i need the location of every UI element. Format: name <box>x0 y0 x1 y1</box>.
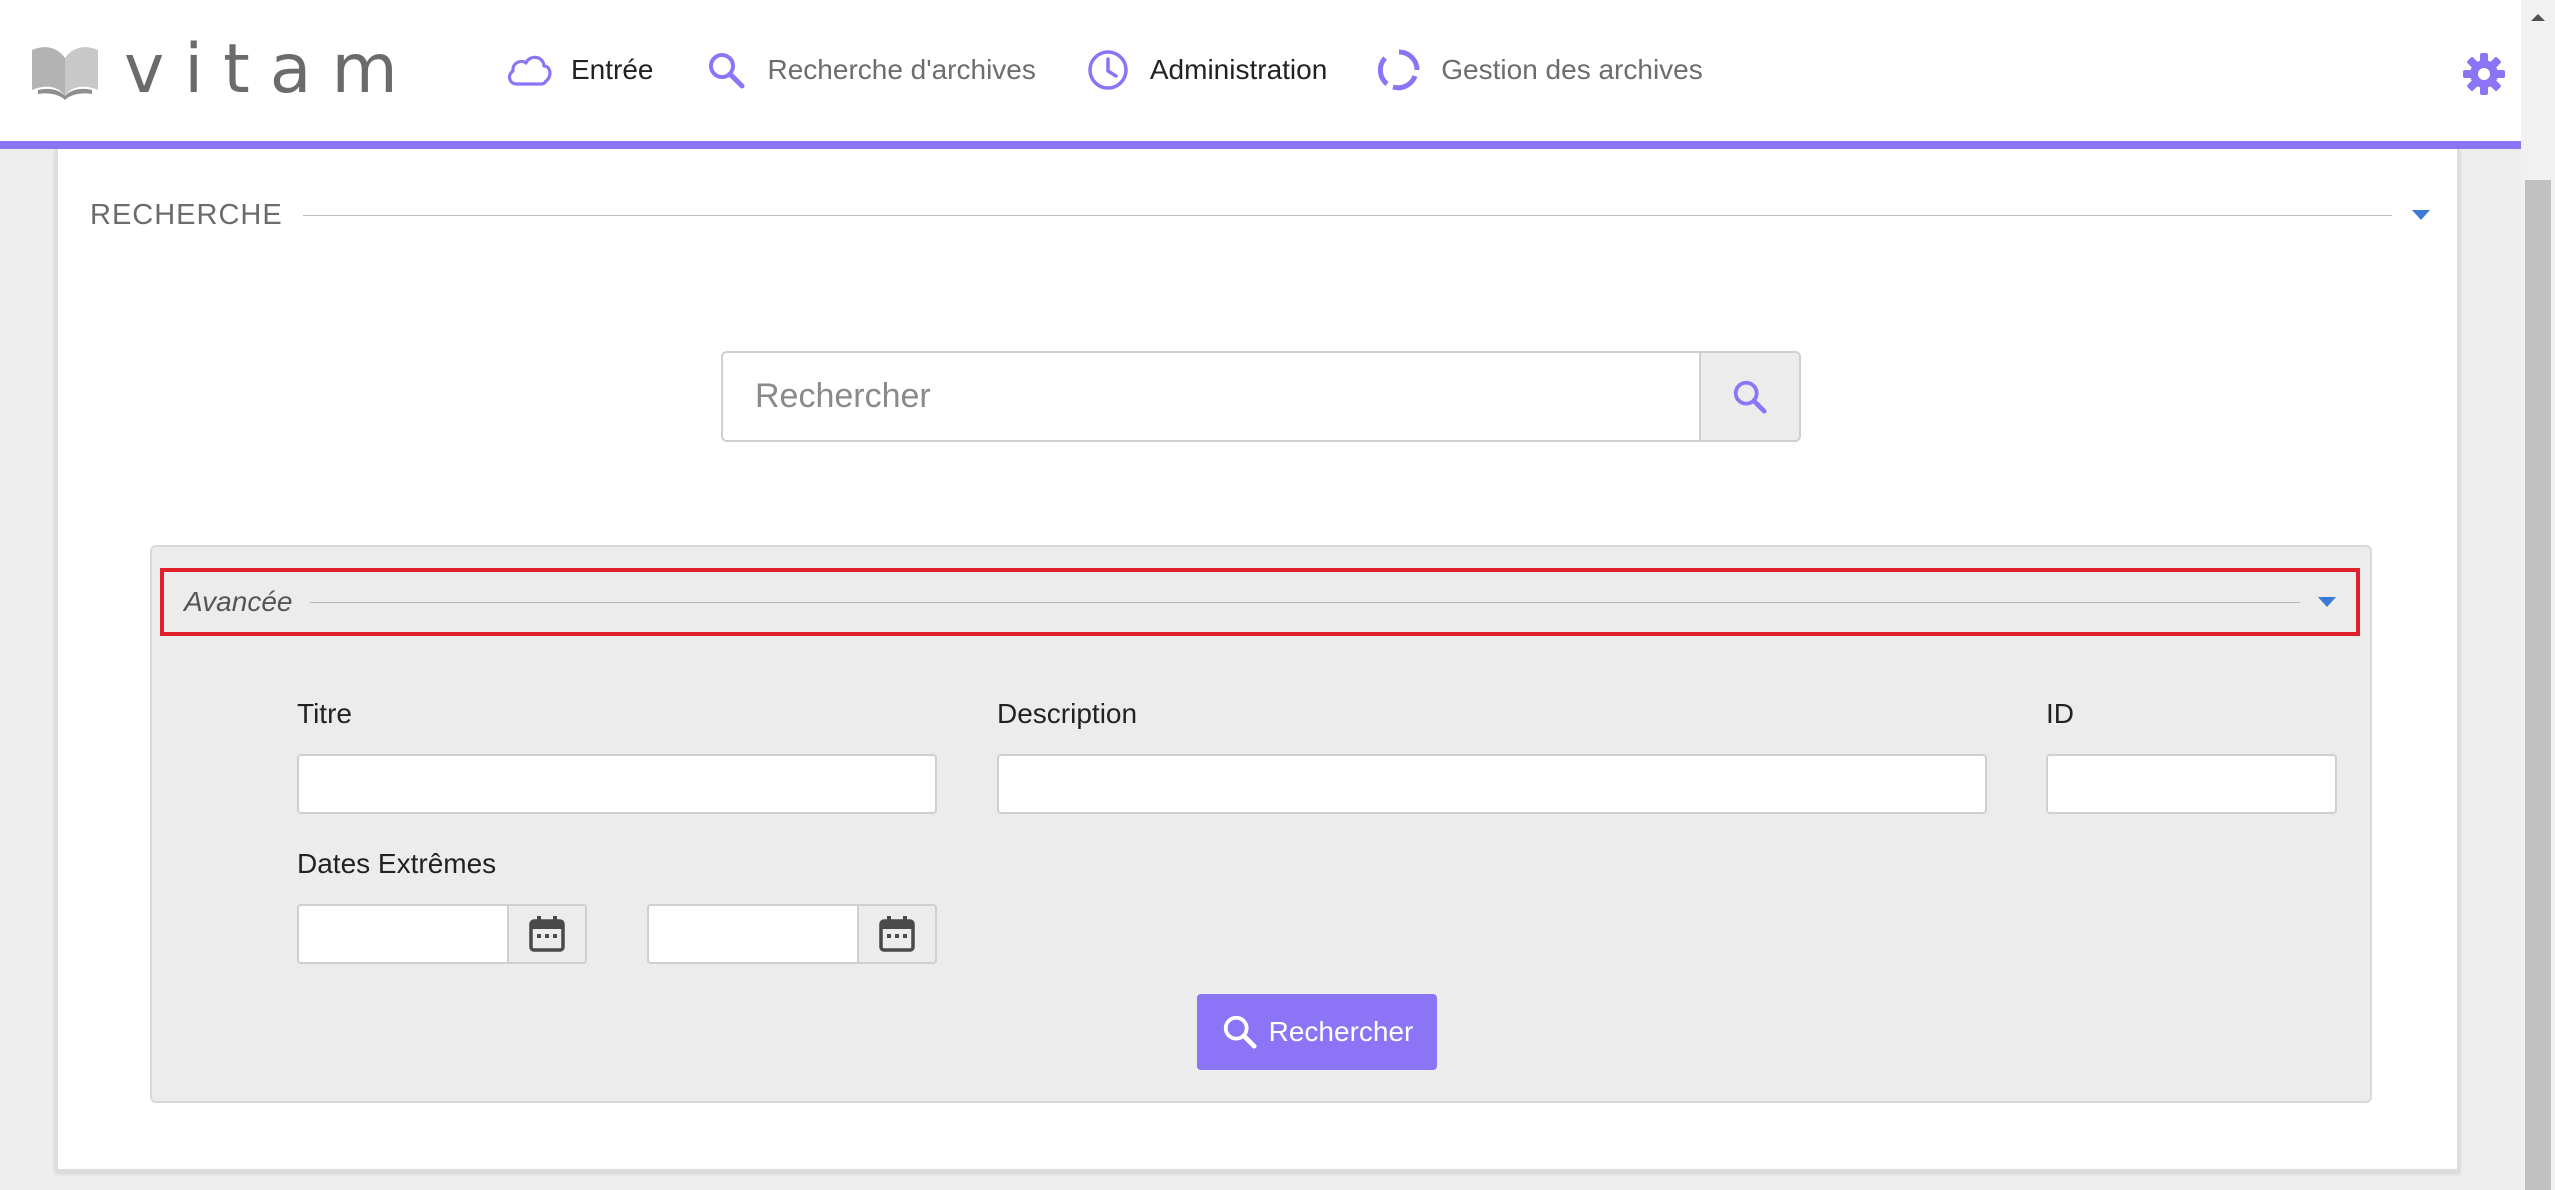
nav-item-administration[interactable]: Administration <box>1084 46 1327 94</box>
nav-item-entree[interactable]: Entrée <box>505 46 654 94</box>
end-date-input[interactable] <box>649 906 857 962</box>
search-input[interactable] <box>723 353 1699 440</box>
search-card: RECHERCHE Avancée Titre Description ID D… <box>55 149 2460 1172</box>
start-date-picker-button[interactable] <box>507 906 585 962</box>
cloud-icon <box>505 46 553 94</box>
divider <box>310 601 2300 603</box>
nav-label-recherche-archives: Recherche d'archives <box>767 54 1036 85</box>
nav-item-recherche-archives[interactable]: Recherche d'archives <box>702 46 1036 94</box>
end-date-picker-button[interactable] <box>857 906 935 962</box>
nav-item-gestion-archives[interactable]: Gestion des archives <box>1375 46 1703 94</box>
search-button[interactable] <box>1699 353 1799 440</box>
search-icon <box>1223 1015 1257 1049</box>
search-icon <box>702 46 750 94</box>
id-label: ID <box>2046 698 2074 729</box>
open-book-icon <box>32 47 98 100</box>
calendar-icon <box>879 916 915 952</box>
description-label: Description <box>997 698 1138 729</box>
main-nav: Entrée Recherche d'archives Administrati… <box>505 46 1751 94</box>
scroll-up-arrow-icon[interactable] <box>2521 0 2555 34</box>
search-icon <box>1733 380 1767 414</box>
vertical-scrollbar[interactable] <box>2521 0 2555 1190</box>
divider <box>302 214 2392 216</box>
nav-label-entree: Entrée <box>571 54 654 85</box>
collapse-caret-icon[interactable] <box>2318 597 2336 607</box>
calendar-icon <box>529 916 565 952</box>
titre-field[interactable] <box>297 754 937 814</box>
circular-arrows-icon <box>1375 46 1423 94</box>
start-date-input[interactable] <box>299 906 507 962</box>
clock-icon <box>1084 46 1132 94</box>
end-date-group <box>647 904 937 964</box>
brand-logo[interactable]: vitam <box>28 30 418 110</box>
search-bar <box>721 351 1801 442</box>
collapse-caret-icon[interactable] <box>2412 210 2430 220</box>
rechercher-button[interactable]: Rechercher <box>1197 994 1437 1070</box>
advanced-section-header[interactable]: Avancée <box>160 568 2360 636</box>
id-field[interactable] <box>2046 754 2337 814</box>
nav-label-administration: Administration <box>1149 54 1328 85</box>
search-section-header: RECHERCHE <box>90 195 2430 235</box>
description-field[interactable] <box>997 754 1987 814</box>
rechercher-label: Rechercher <box>1268 1016 1414 1047</box>
advanced-search-panel: Avancée Titre Description ID Dates Extrê… <box>150 545 2372 1103</box>
titre-label: Titre <box>297 698 352 729</box>
brand-name: vitam <box>124 30 418 109</box>
nav-label-gestion-archives: Gestion des archives <box>1441 54 1703 85</box>
advanced-title: Avancée <box>184 586 293 617</box>
section-title: RECHERCHE <box>90 198 283 231</box>
top-navbar: vitam Entrée Recherche d'archives Admini… <box>0 0 2521 149</box>
start-date-group <box>297 904 587 964</box>
gear-icon[interactable] <box>2462 52 2506 96</box>
dates-extremes-label: Dates Extrêmes <box>297 848 497 879</box>
scrollbar-thumb[interactable] <box>2525 180 2551 1190</box>
